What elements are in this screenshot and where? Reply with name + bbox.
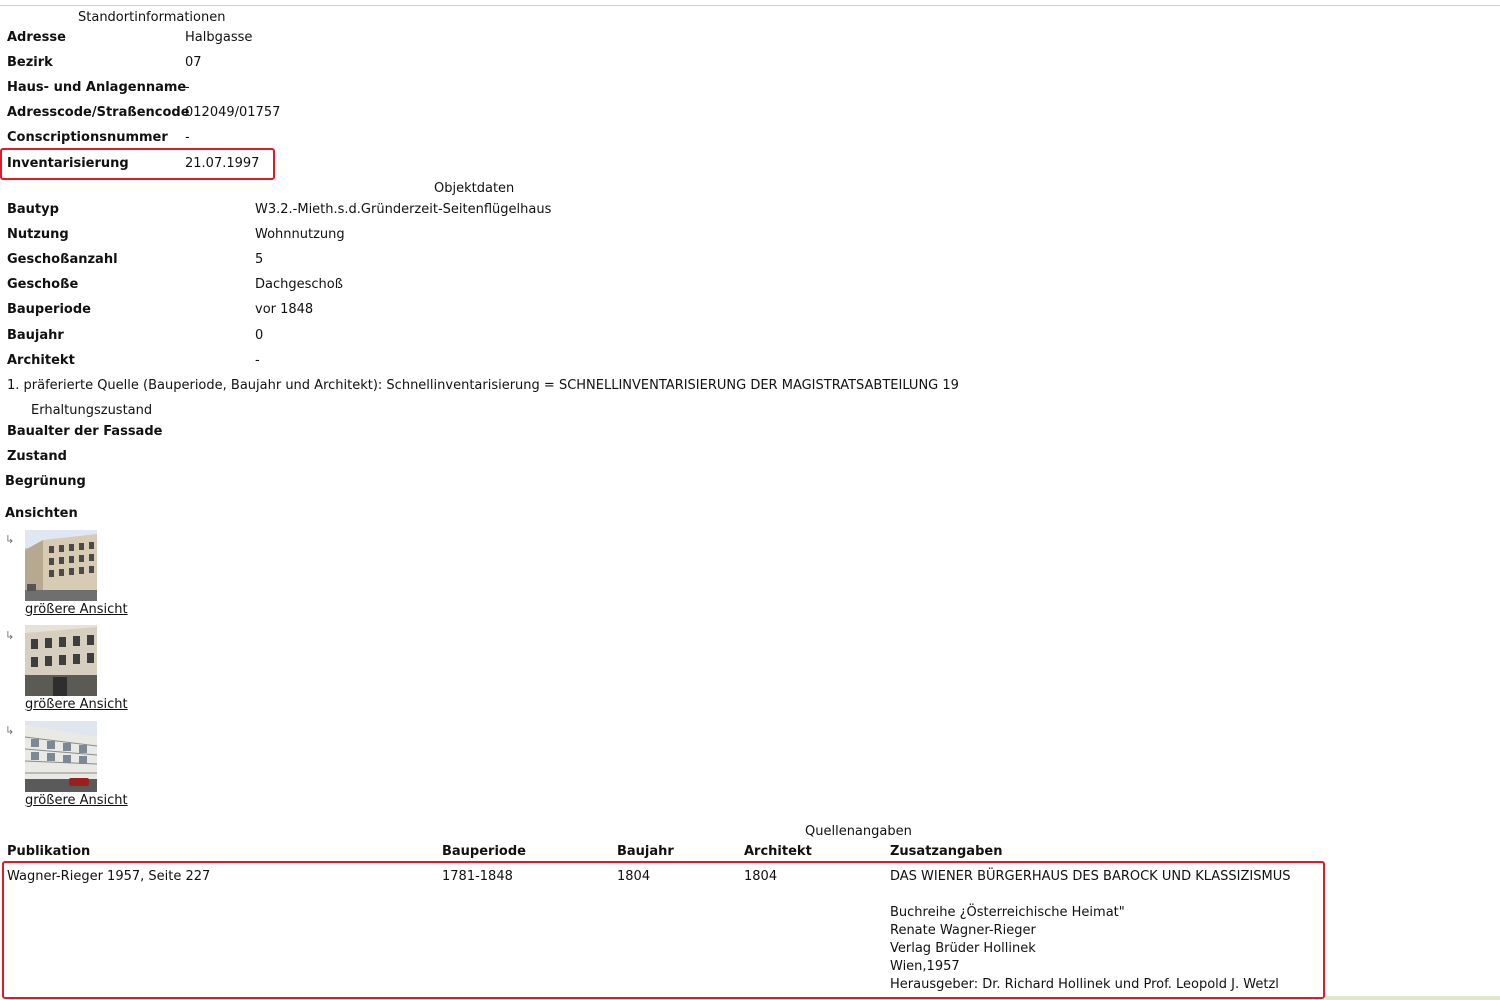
value-architekt: - bbox=[255, 353, 260, 368]
inventarisierung-highlight-box bbox=[0, 148, 275, 180]
label-bauperiode: Bauperiode bbox=[7, 302, 91, 317]
col-header-architekt: Architekt bbox=[744, 844, 812, 859]
value-bautyp: W3.2.-Mieth.s.d.Gründerzeit-Seitenflügel… bbox=[255, 202, 552, 217]
label-begruenung: Begrünung bbox=[5, 474, 86, 489]
value-geschossanzahl: 5 bbox=[255, 252, 264, 267]
building-photo-thumbnail[interactable] bbox=[25, 530, 97, 601]
value-geschosse: Dachgeschoß bbox=[255, 277, 343, 292]
label-baualter-fassade: Baualter der Fassade bbox=[7, 424, 163, 439]
value-adresse: Halbgasse bbox=[185, 30, 253, 45]
return-arrow-icon: ↳ bbox=[5, 533, 15, 546]
value-bauperiode: vor 1848 bbox=[255, 302, 314, 317]
objekt-caption: Objektdaten bbox=[434, 181, 515, 196]
col-header-baujahr: Baujahr bbox=[617, 844, 674, 859]
quellen-caption: Quellenangaben bbox=[805, 824, 912, 839]
label-zustand: Zustand bbox=[7, 449, 67, 464]
return-arrow-icon: ↳ bbox=[5, 724, 15, 737]
value-baujahr: 0 bbox=[255, 328, 264, 343]
value-hausname: - bbox=[185, 80, 190, 95]
label-adresscode: Adresscode/Straßencode bbox=[7, 105, 190, 120]
label-adresse: Adresse bbox=[7, 30, 66, 45]
label-conscription: Conscriptionsnummer bbox=[7, 130, 168, 145]
label-geschossanzahl: Geschoßanzahl bbox=[7, 252, 118, 267]
value-nutzung: Wohnnutzung bbox=[255, 227, 345, 242]
building-photo-thumbnail[interactable] bbox=[25, 721, 97, 792]
accent-bar bbox=[1326, 996, 1500, 1000]
label-nutzung: Nutzung bbox=[7, 227, 69, 242]
larger-view-link[interactable]: größere Ansicht bbox=[25, 793, 128, 809]
value-conscription: - bbox=[185, 130, 190, 145]
larger-view-link[interactable]: größere Ansicht bbox=[25, 602, 128, 618]
label-bautyp: Bautyp bbox=[7, 202, 59, 217]
preferred-source-note: 1. präferierte Quelle (Bauperiode, Bauja… bbox=[7, 378, 959, 393]
label-baujahr: Baujahr bbox=[7, 328, 64, 343]
top-divider bbox=[0, 5, 1500, 6]
value-bezirk: 07 bbox=[185, 55, 202, 70]
building-photo-thumbnail[interactable] bbox=[25, 625, 97, 696]
label-architekt: Architekt bbox=[7, 353, 75, 368]
erhaltung-caption: Erhaltungszustand bbox=[31, 403, 153, 418]
col-header-publikation: Publikation bbox=[7, 844, 91, 859]
quellen-row-highlight-box bbox=[2, 861, 1325, 999]
ansichten-heading: Ansichten bbox=[5, 506, 78, 521]
standort-caption: Standortinformationen bbox=[78, 10, 226, 25]
col-header-zusatzangaben: Zusatzangaben bbox=[890, 844, 1003, 859]
label-hausname: Haus- und Anlagenname bbox=[7, 80, 187, 95]
larger-view-link[interactable]: größere Ansicht bbox=[25, 697, 128, 713]
value-adresscode: 012049/01757 bbox=[185, 105, 281, 120]
col-header-bauperiode: Bauperiode bbox=[442, 844, 526, 859]
label-bezirk: Bezirk bbox=[7, 55, 53, 70]
return-arrow-icon: ↳ bbox=[5, 629, 15, 642]
label-geschosse: Geschoße bbox=[7, 277, 79, 292]
value-baualter-fassade: - bbox=[155, 424, 160, 439]
